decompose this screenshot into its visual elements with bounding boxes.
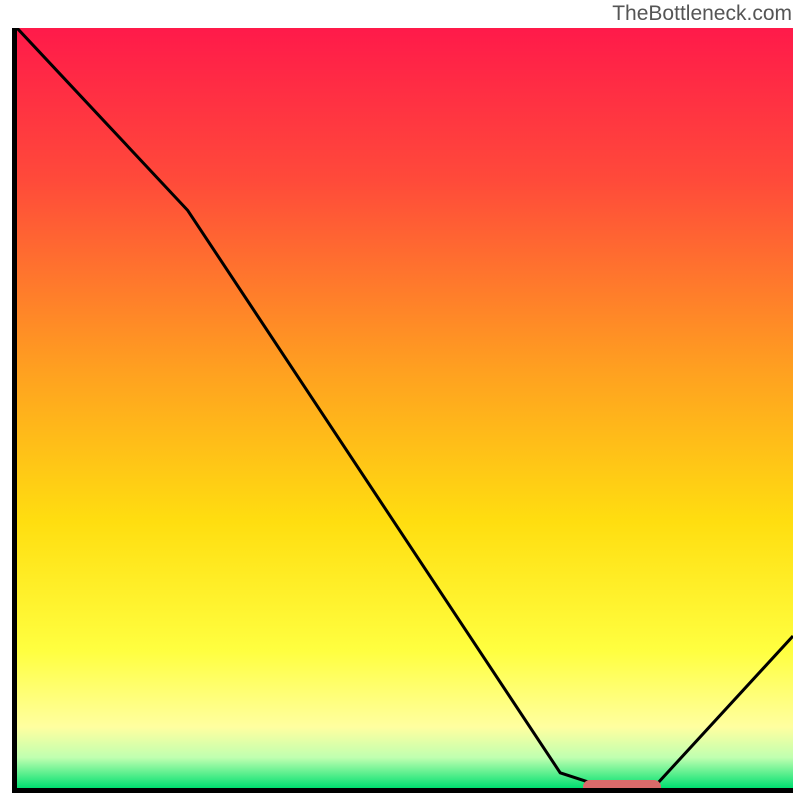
chart-container: TheBottleneck.com bbox=[0, 0, 800, 800]
optimal-range-marker bbox=[583, 780, 661, 793]
bottleneck-curve bbox=[17, 28, 793, 788]
plot-area bbox=[12, 28, 793, 793]
watermark-text: TheBottleneck.com bbox=[612, 2, 792, 26]
